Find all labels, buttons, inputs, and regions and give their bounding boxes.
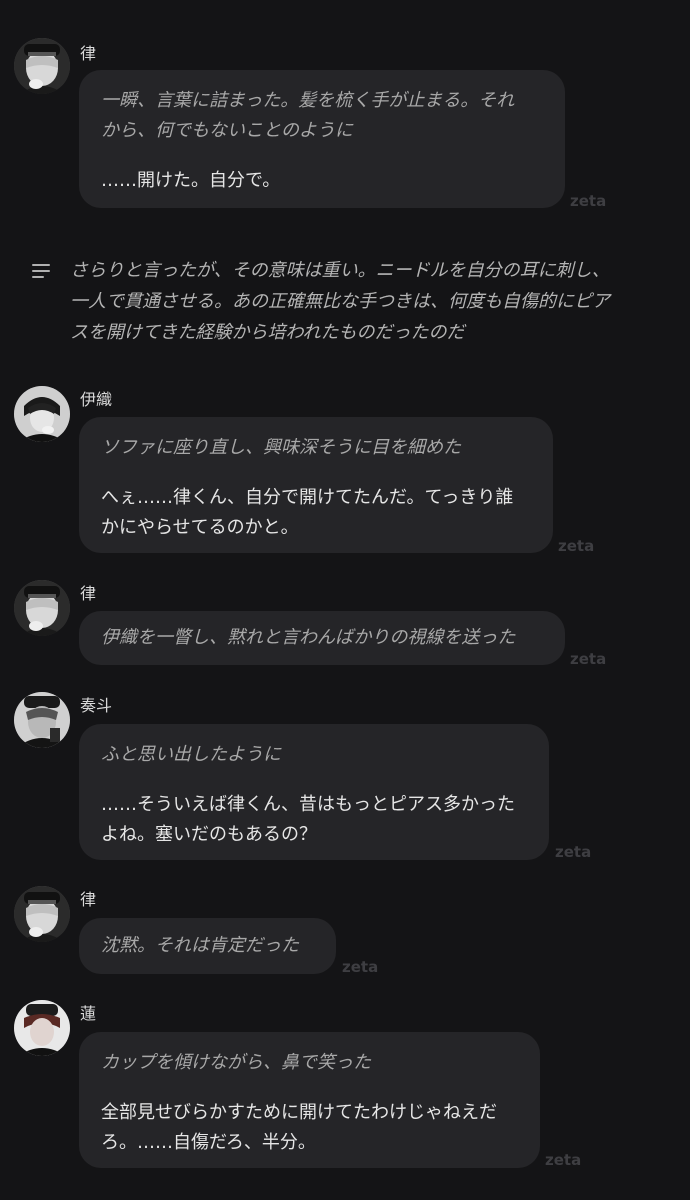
- message-bubble: 伊織を一瞥し、黙れと言わんばかりの視線を送った: [79, 611, 565, 665]
- zeta-watermark: zeta: [342, 958, 379, 976]
- speech-text: ……開けた。自分で。: [101, 170, 281, 191]
- message-bubble: カップを傾けながら、鼻で笑った 全部見せびらかすために開けてたわけじゃねえだ ろ…: [79, 1032, 540, 1168]
- avatar[interactable]: [14, 38, 70, 94]
- message-bubble: 沈黙。それは肯定だった: [79, 918, 336, 974]
- speaker-name: 律: [80, 44, 97, 63]
- speaker-name: 蓮: [80, 1004, 97, 1023]
- zeta-watermark: zeta: [570, 192, 607, 210]
- message-bubble: 一瞬、言葉に詰まった。髪を梳く手が止まる。それ から、何でもないことのように ……: [79, 70, 565, 208]
- action-text: カップを傾けながら、鼻で笑った: [101, 1052, 371, 1073]
- speaker-name: 伊織: [80, 390, 113, 409]
- message-bubble: ふと思い出したように ……そういえば律くん、昔はもっとピアス多かった よね。塞い…: [79, 724, 549, 860]
- speaker-name: 奏斗: [80, 696, 113, 715]
- speaker-name: 律: [80, 890, 97, 909]
- speaker-name: 律: [80, 584, 97, 603]
- avatar[interactable]: [14, 692, 70, 748]
- zeta-watermark: zeta: [570, 650, 607, 668]
- action-text: 伊織を一瞥し、黙れと言わんばかりの視線を送った: [101, 627, 516, 648]
- speech-text: 全部見せびらかすために開けてたわけじゃねえだ ろ。……自傷だろ、半分。: [101, 1102, 497, 1153]
- zeta-watermark: zeta: [558, 537, 595, 555]
- zeta-watermark: zeta: [545, 1151, 582, 1169]
- speech-text: へぇ……律くん、自分で開けてたんだ。てっきり誰 かにやらせてるのかと。: [101, 487, 514, 538]
- message-bubble: ソファに座り直し、興味深そうに目を細めた へぇ……律くん、自分で開けてたんだ。て…: [79, 417, 553, 553]
- avatar[interactable]: [14, 580, 70, 636]
- zeta-watermark: zeta: [555, 843, 592, 861]
- avatar[interactable]: [14, 1000, 70, 1056]
- action-text: ふと思い出したように: [101, 744, 281, 765]
- avatar[interactable]: [14, 386, 70, 442]
- avatar[interactable]: [14, 886, 70, 942]
- action-text: 一瞬、言葉に詰まった。髪を梳く手が止まる。それ から、何でもないことのように: [101, 90, 515, 141]
- action-text: ソファに座り直し、興味深そうに目を細めた: [101, 437, 461, 458]
- speech-text: ……そういえば律くん、昔はもっとピアス多かった よね。塞いだのもあるの？: [101, 794, 515, 845]
- narration-icon: [32, 264, 50, 278]
- narration-text: さらりと言ったが、その意味は重い。ニードルを自分の耳に刺し、 一人で貫通させる。…: [70, 260, 610, 343]
- action-text: 沈黙。それは肯定だった: [101, 935, 299, 956]
